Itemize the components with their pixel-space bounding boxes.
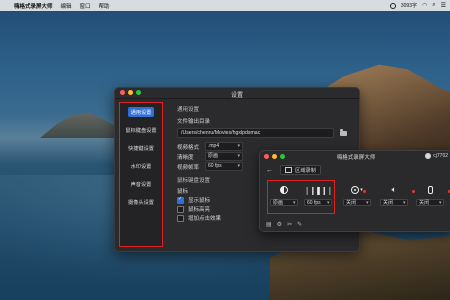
region-icon xyxy=(285,167,292,173)
control-center-icon[interactable]: ☰ xyxy=(441,2,446,9)
menu-bar: 嗨格式录屏大师 编辑 窗口 帮助 3093字 ◠ ⌕ ☰ xyxy=(0,0,450,11)
video-format-label: 视频格式 xyxy=(177,144,200,151)
video-format-select[interactable]: .mp4 xyxy=(205,142,243,151)
sidebar-item-label: 通用设置 xyxy=(127,107,155,117)
click-effect-label: 增加点击效果 xyxy=(188,216,222,222)
record-mode-row: ← 区域录制 xyxy=(266,165,321,175)
menu-edit[interactable]: 编辑 xyxy=(61,2,72,10)
camera-control: ▾ 关闭 xyxy=(339,184,375,207)
fps-waveform-icon[interactable]: ❘❙❚❙❘ xyxy=(304,184,333,196)
sidebar-item-label: 摄像头设置 xyxy=(128,199,154,206)
back-arrow-icon[interactable]: ← xyxy=(266,167,276,174)
output-dir-row: /Users/chenru/Movies/hgxlpdsmac xyxy=(177,128,352,138)
sidebar-item-general[interactable]: 通用设置 xyxy=(120,103,162,121)
show-cursor-label: 显示鼠标 xyxy=(188,198,211,204)
menu-window[interactable]: 窗口 xyxy=(80,2,91,10)
click-effect-checkbox[interactable] xyxy=(177,214,184,222)
quality-control: 原画 xyxy=(266,184,302,207)
status-text: 3093字 xyxy=(400,3,417,9)
recorder-titlebar: 嗨格式录屏大师 cj7702 xyxy=(260,151,450,161)
system-audio-control: 🔈︎ 关闭 xyxy=(376,184,415,207)
sidebar-item-sound[interactable]: 声音设置 xyxy=(120,175,162,193)
sidebar-item-label: 水印设置 xyxy=(130,163,152,170)
record-status-icon[interactable] xyxy=(389,2,396,9)
menu-app-name[interactable]: 嗨格式录屏大师 xyxy=(14,2,53,10)
sidebar-item-label: 快捷键设置 xyxy=(128,145,154,152)
section-general-title: 通用设置 xyxy=(177,107,200,113)
recorder-window: 嗨格式录屏大师 cj7702 ← 区域录制 原画 ❘❙❚❙❘ 60 fps ▾ … xyxy=(259,150,450,232)
user-account[interactable]: cj7702 xyxy=(425,152,448,159)
sidebar-item-watermark[interactable]: 水印设置 xyxy=(120,157,162,175)
fps-dropdown[interactable]: 60 fps xyxy=(304,199,332,207)
show-cursor-checkbox[interactable] xyxy=(177,196,184,204)
user-name: cj7702 xyxy=(433,152,448,159)
output-dir-label: 文件输出目录 xyxy=(177,119,211,125)
settings-title: 设置 xyxy=(230,93,243,99)
microphone-control: 关闭 xyxy=(412,184,450,207)
highlight-cursor-label: 鼠标高亮 xyxy=(188,207,211,213)
scissors-icon[interactable]: ✂ xyxy=(287,221,292,228)
fps-label: 视频帧率 xyxy=(177,164,200,171)
highlight-cursor-checkbox[interactable] xyxy=(177,205,184,213)
sidebar-item-label: 鼠标键盘设置 xyxy=(125,127,157,134)
microphone-dropdown[interactable]: 关闭 xyxy=(416,199,444,207)
quality-select[interactable]: 原画 xyxy=(205,152,243,161)
camera-icon[interactable]: ▾ xyxy=(351,184,367,196)
recorder-bottom-toolbar: ▤ ⚙ ✂ ✎ xyxy=(266,221,302,228)
output-dir-field[interactable]: /Users/chenru/Movies/hgxlpdsmac xyxy=(177,128,334,138)
quality-icon[interactable] xyxy=(280,184,288,196)
recorder-app-name: 嗨格式录屏大师 xyxy=(336,155,376,161)
sidebar-item-camera[interactable]: 摄像头设置 xyxy=(120,193,162,211)
menu-bar-status: 3093字 ◠ ⌕ ☰ xyxy=(389,0,446,11)
record-mode-button[interactable]: 区域录制 xyxy=(280,165,321,175)
settings-titlebar: 设置 xyxy=(115,88,359,99)
file-list-icon[interactable]: ▤ xyxy=(266,221,272,228)
folder-icon[interactable] xyxy=(340,129,347,136)
search-icon[interactable]: ⌕ xyxy=(432,2,435,9)
camera-off-badge xyxy=(363,190,367,193)
camera-dropdown[interactable]: 关闭 xyxy=(343,199,371,207)
settings-gear-icon[interactable]: ⚙ xyxy=(277,221,282,228)
record-mode-label: 区域录制 xyxy=(295,167,316,174)
sidebar-item-mouse-keyboard[interactable]: 鼠标键盘设置 xyxy=(120,121,162,139)
avatar[interactable] xyxy=(425,152,432,159)
speaker-icon[interactable]: 🔈︎ xyxy=(392,184,415,196)
system-audio-dropdown[interactable]: 关闭 xyxy=(380,199,408,207)
quality-label: 清晰度 xyxy=(177,154,194,161)
menu-help[interactable]: 帮助 xyxy=(99,2,110,10)
microphone-icon[interactable] xyxy=(427,184,450,196)
sidebar-item-shortcuts[interactable]: 快捷键设置 xyxy=(120,139,162,157)
quality-dropdown[interactable]: 原画 xyxy=(270,199,298,207)
pen-icon[interactable]: ✎ xyxy=(297,221,302,228)
sidebar-item-label: 声音设置 xyxy=(130,181,152,188)
fps-control: ❘❙❚❙❘ 60 fps xyxy=(300,184,336,208)
fps-select[interactable]: 60 fps xyxy=(205,162,243,171)
wifi-icon[interactable]: ◠ xyxy=(422,2,427,9)
settings-sidebar: 通用设置 鼠标键盘设置 快捷键设置 水印设置 声音设置 摄像头设置 xyxy=(119,102,163,247)
